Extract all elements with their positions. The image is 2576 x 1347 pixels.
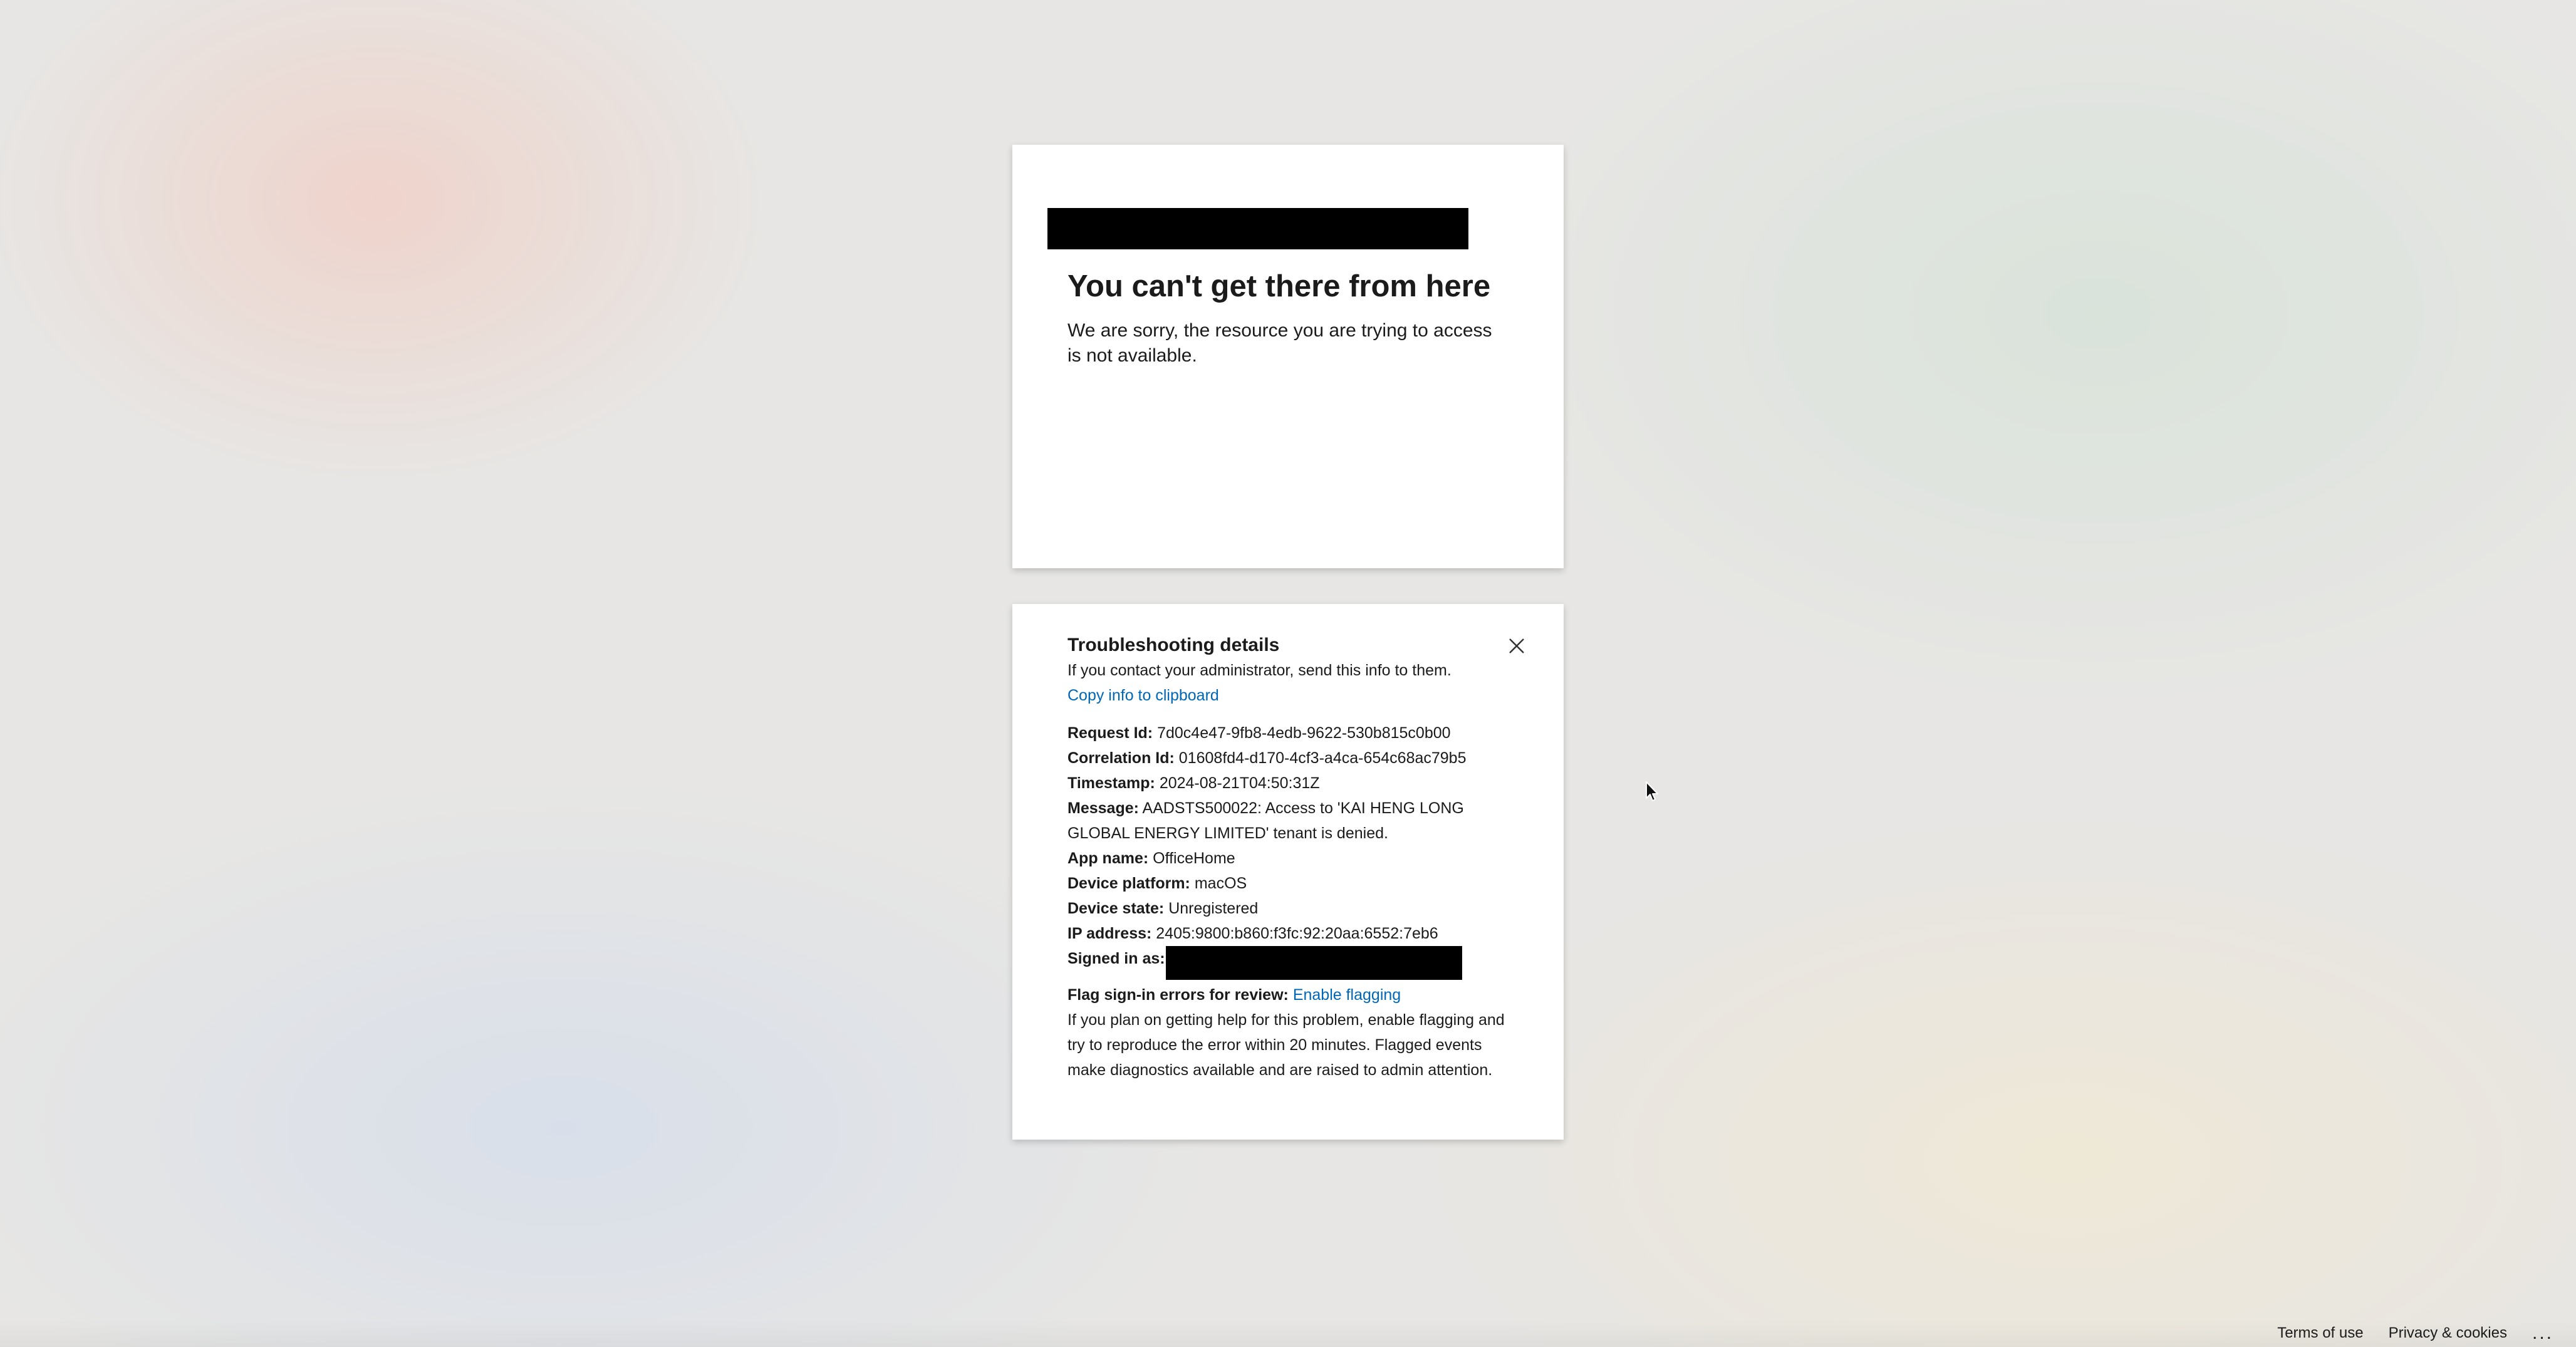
redacted-logo bbox=[1047, 208, 1468, 249]
device-platform-row: Device platform: macOS bbox=[1067, 871, 1519, 896]
device-state-label: Device state: bbox=[1067, 900, 1165, 917]
timestamp-label: Timestamp: bbox=[1067, 774, 1155, 792]
timestamp-row: Timestamp: 2024-08-21T04:50:31Z bbox=[1067, 771, 1519, 796]
correlation-id-value: 01608fd4-d170-4cf3-a4ca-654c68ac79b5 bbox=[1178, 749, 1467, 767]
redacted-account bbox=[1165, 946, 1462, 980]
footer: Terms of use Privacy & cookies ... bbox=[0, 1319, 2576, 1347]
troubleshooting-panel: Troubleshooting details If you contact y… bbox=[1012, 604, 1564, 1140]
ip-address-label: IP address: bbox=[1067, 925, 1152, 942]
app-name-label: App name: bbox=[1067, 850, 1149, 867]
terms-of-use-link[interactable]: Terms of use bbox=[2277, 1324, 2363, 1342]
device-platform-label: Device platform: bbox=[1067, 875, 1190, 892]
details-intro: If you contact your administrator, send … bbox=[1067, 662, 1452, 679]
details-title: Troubleshooting details bbox=[1067, 635, 1280, 655]
error-card: You can't get there from here We are sor… bbox=[1012, 145, 1564, 568]
device-state-row: Device state: Unregistered bbox=[1067, 896, 1519, 921]
privacy-cookies-link[interactable]: Privacy & cookies bbox=[2389, 1324, 2507, 1342]
flag-description: If you plan on getting help for this pro… bbox=[1067, 1011, 1505, 1079]
message-label: Message: bbox=[1067, 799, 1139, 817]
ip-address-row: IP address: 2405:9800:b860:f3fc:92:20aa:… bbox=[1067, 921, 1519, 946]
error-description: We are sorry, the resource you are tryin… bbox=[1067, 320, 1492, 366]
ip-address-value: 2405:9800:b860:f3fc:92:20aa:6552:7eb6 bbox=[1156, 925, 1438, 942]
more-options-icon[interactable]: ... bbox=[2532, 1323, 2553, 1344]
timestamp-value: 2024-08-21T04:50:31Z bbox=[1159, 774, 1320, 792]
page-title: You can't get there from here bbox=[1067, 269, 1491, 303]
enable-flagging-link[interactable]: Enable flagging bbox=[1293, 986, 1401, 1004]
copy-to-clipboard-link[interactable]: Copy info to clipboard bbox=[1067, 687, 1219, 704]
message-row: Message: AADSTS500022: Access to 'KAI HE… bbox=[1067, 796, 1519, 846]
flag-row: Flag sign-in errors for review: Enable f… bbox=[1067, 982, 1519, 1007]
device-state-value: Unregistered bbox=[1168, 900, 1259, 917]
mouse-cursor-icon bbox=[1646, 781, 1658, 801]
request-id-label: Request Id: bbox=[1067, 724, 1153, 742]
correlation-id-label: Correlation Id: bbox=[1067, 749, 1175, 767]
correlation-id-row: Correlation Id: 01608fd4-d170-4cf3-a4ca-… bbox=[1067, 746, 1519, 771]
app-name-row: App name: OfficeHome bbox=[1067, 846, 1519, 871]
request-id-row: Request Id: 7d0c4e47-9fb8-4edb-9622-530b… bbox=[1067, 720, 1519, 746]
signed-in-label: Signed in as: bbox=[1067, 950, 1165, 967]
flag-label: Flag sign-in errors for review: bbox=[1067, 986, 1289, 1004]
app-name-value: OfficeHome bbox=[1153, 850, 1235, 867]
device-platform-value: macOS bbox=[1194, 875, 1247, 892]
signed-in-row: Signed in as: bbox=[1067, 946, 1519, 982]
request-id-value: 7d0c4e47-9fb8-4edb-9622-530b815c0b00 bbox=[1157, 724, 1451, 742]
